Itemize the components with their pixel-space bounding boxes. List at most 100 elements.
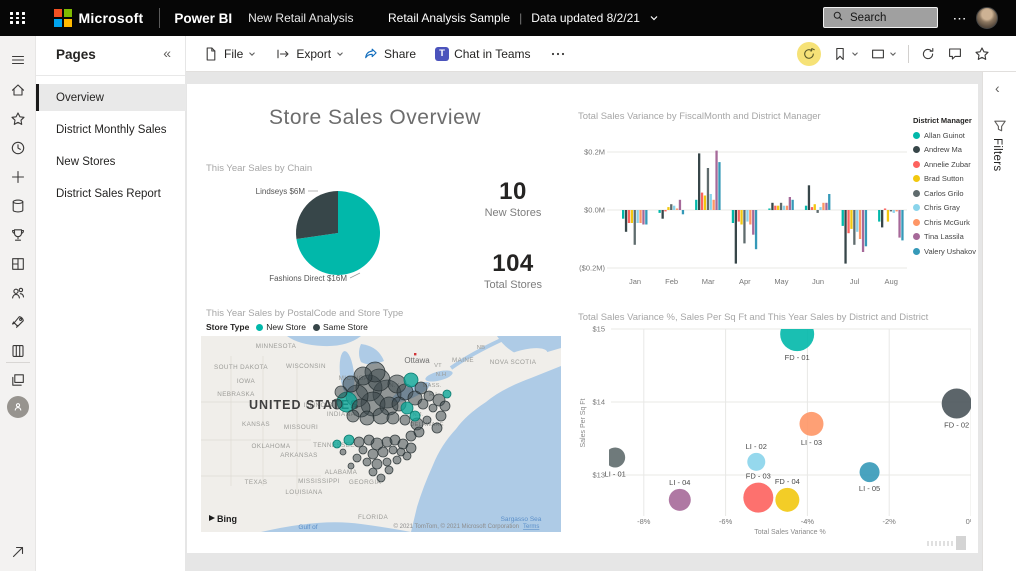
bar-jan-andrew-ma[interactable] xyxy=(624,210,628,232)
legend-item-chris-gray[interactable]: Chris Gray xyxy=(913,201,977,216)
bar-may-andrew-ma[interactable] xyxy=(771,202,774,211)
bar-may-brad-sutton[interactable] xyxy=(777,205,780,210)
bar-jan-valery-ushakov[interactable] xyxy=(645,210,648,225)
kpi-new-stores[interactable]: 10 New Stores xyxy=(475,178,551,219)
bar-mar-andrew-ma[interactable] xyxy=(698,153,701,210)
map-bubble-same-store[interactable] xyxy=(358,445,368,455)
bar-jun-carlos-grilo[interactable] xyxy=(816,210,819,213)
map-bubble-same-store[interactable] xyxy=(376,473,386,483)
page-item-district-sales-report[interactable]: District Sales Report xyxy=(36,180,186,207)
bar-aug-allan-guinot[interactable] xyxy=(878,210,881,222)
bar-apr-brad-sutton[interactable] xyxy=(740,210,743,225)
bar-may-allan-guinot[interactable] xyxy=(768,208,771,210)
page-item-district-monthly-sales[interactable]: District Monthly Sales xyxy=(36,116,186,143)
bar-mar-annelie-zubar[interactable] xyxy=(700,192,704,210)
map-bubble-same-store[interactable] xyxy=(377,446,389,458)
map-bubble-same-store[interactable] xyxy=(413,426,425,438)
reset-filters-button[interactable] xyxy=(797,42,821,66)
bar-mar-brad-sutton[interactable] xyxy=(703,195,707,211)
bar-apr-tina-lassila[interactable] xyxy=(752,210,755,235)
bar-mar-carlos-grilo[interactable] xyxy=(706,168,710,210)
map-bubble-same-store[interactable] xyxy=(353,436,365,448)
bar-jun-valery-ushakov[interactable] xyxy=(828,194,831,210)
scatter-bubble-fd-03[interactable] xyxy=(743,482,774,513)
bar-aug-chris-mcgurk[interactable] xyxy=(895,210,898,212)
filters-panel[interactable]: ‹ Filters xyxy=(982,72,1016,571)
bar-jul-carlos-grilo[interactable] xyxy=(853,210,856,245)
map-bubble-new-store[interactable] xyxy=(442,389,452,399)
waffle-menu-icon[interactable] xyxy=(0,0,36,36)
bar-apr-allan-guinot[interactable] xyxy=(731,210,735,223)
map-bubble-same-store[interactable] xyxy=(359,410,375,426)
learn-icon[interactable] xyxy=(10,343,26,359)
legend-item-carlos-grilo[interactable]: Carlos Grilo xyxy=(913,186,977,201)
bar-aug-carlos-grilo[interactable] xyxy=(889,210,893,212)
map-bubble-same-store[interactable] xyxy=(423,390,435,402)
bar-chart[interactable]: $0.2M $0.0M ($0.2M) Jan Feb Mar Apr May Jun Jul Au… xyxy=(577,120,913,292)
collapse-pane-icon[interactable]: « xyxy=(163,45,171,61)
scatter-bubble-fd-01[interactable] xyxy=(780,320,815,352)
bar-mar-tina-lassila[interactable] xyxy=(715,150,718,210)
workspace-avatar[interactable] xyxy=(7,396,29,418)
bar-may-annelie-zubar[interactable] xyxy=(774,205,777,210)
bar-feb-tina-lassila[interactable] xyxy=(678,199,682,210)
map-bubble-same-store[interactable] xyxy=(399,414,411,426)
bar-jun-chris-mcgurk[interactable] xyxy=(822,202,825,211)
scatter-bubble-li-01[interactable] xyxy=(605,447,626,468)
file-menu-button[interactable]: File xyxy=(197,42,262,66)
bar-jan-brad-sutton[interactable] xyxy=(630,210,633,223)
legend-item-andrew-ma[interactable]: Andrew Ma xyxy=(913,143,977,158)
bar-may-valery-ushakov[interactable] xyxy=(791,199,794,210)
share-button[interactable]: Share xyxy=(357,42,422,66)
pie-slice-lindseys[interactable] xyxy=(296,191,338,239)
bar-mar-allan-guinot[interactable] xyxy=(695,199,698,210)
scatter-bubble-li-05[interactable] xyxy=(859,462,880,483)
map-bubble-same-store[interactable] xyxy=(371,458,383,470)
map-legend-item[interactable]: Same Store xyxy=(312,322,368,332)
map-bubble-same-store[interactable] xyxy=(362,457,372,467)
map-bubble-same-store[interactable] xyxy=(363,434,375,446)
search-input[interactable]: Search xyxy=(823,7,938,28)
scrollbar-corner[interactable] xyxy=(956,536,966,550)
bar-jan-chris-gray[interactable] xyxy=(636,210,639,223)
bar-jul-annelie-zubar[interactable] xyxy=(847,210,850,234)
scatter-bubble-li-03[interactable] xyxy=(799,411,824,436)
map-bubble-same-store[interactable] xyxy=(431,422,443,434)
bar-jan-carlos-grilo[interactable] xyxy=(633,210,636,245)
bar-may-chris-mcgurk[interactable] xyxy=(785,205,789,210)
bar-mar-chris-mcgurk[interactable] xyxy=(712,199,715,210)
map-bubble-same-store[interactable] xyxy=(346,409,360,423)
scatter-bubble-li-04[interactable] xyxy=(668,488,691,511)
apps-icon[interactable] xyxy=(10,256,26,272)
bar-mar-valery-ushakov[interactable] xyxy=(718,162,721,210)
more-options-icon[interactable]: ⋯ xyxy=(948,0,972,36)
bar-feb-chris-mcgurk[interactable] xyxy=(675,208,679,210)
datasets-icon[interactable] xyxy=(10,198,26,214)
favorites-icon[interactable] xyxy=(10,111,26,127)
bar-may-chris-gray[interactable] xyxy=(782,205,786,210)
bar-apr-chris-gray[interactable] xyxy=(746,210,749,222)
map-legend-item[interactable]: New Store xyxy=(256,322,306,332)
map-bubble-same-store[interactable] xyxy=(334,385,348,399)
bar-feb-carlos-grilo[interactable] xyxy=(670,204,673,210)
scatter-chart[interactable]: $13 $14 $15 -8% -6% -4% -2% 0% FD - 01 FD - 02 FD … xyxy=(577,320,971,540)
bar-jul-chris-gray[interactable] xyxy=(856,210,859,232)
workspaces-icon[interactable] xyxy=(10,372,26,388)
bar-aug-chris-gray[interactable] xyxy=(892,210,895,213)
page-item-new-stores[interactable]: New Stores xyxy=(36,148,186,175)
bar-may-carlos-grilo[interactable] xyxy=(779,202,783,211)
bar-apr-carlos-grilo[interactable] xyxy=(743,210,746,244)
bar-jul-valery-ushakov[interactable] xyxy=(864,210,868,247)
legend-item-chris-mcgurk[interactable]: Chris McGurk xyxy=(913,215,977,230)
bar-jul-tina-lassila[interactable] xyxy=(861,210,865,252)
page-item-overview[interactable]: Overview xyxy=(36,84,186,111)
map-bubble-new-store[interactable] xyxy=(332,439,342,449)
refresh-icon[interactable] xyxy=(920,46,936,62)
bar-jan-tina-lassila[interactable] xyxy=(642,210,645,225)
account-avatar[interactable] xyxy=(976,7,998,29)
open-in-new-icon[interactable] xyxy=(10,544,26,560)
bar-jun-tina-lassila[interactable] xyxy=(825,202,828,211)
map-bubble-same-store[interactable] xyxy=(435,410,447,422)
chat-in-teams-button[interactable]: T Chat in Teams xyxy=(429,43,536,65)
map-bubble-same-store[interactable] xyxy=(422,415,432,425)
